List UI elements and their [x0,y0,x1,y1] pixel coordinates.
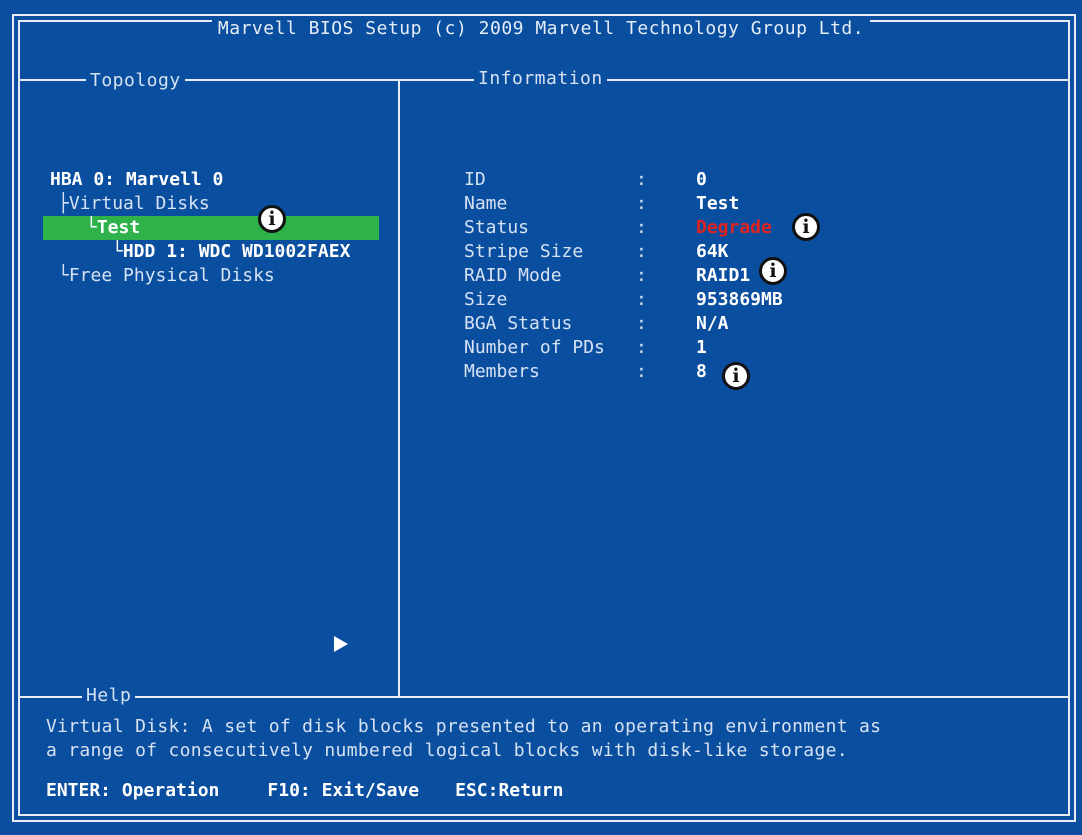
info-colon: : [636,337,647,358]
info-colon: : [636,265,647,286]
panel-vertical-divider [398,79,400,697]
info-colon: : [636,313,647,334]
info-colon: : [636,241,647,262]
tree-selected-vd[interactable]: └Test [86,216,140,240]
info-key: Members [464,361,540,382]
info-key: BGA Status [464,313,573,334]
key-enter[interactable]: ENTER: Operation [46,780,219,801]
key-esc[interactable]: ESC:Return [455,780,563,801]
info-colon: : [636,193,647,214]
info-key: RAID Mode [464,265,562,286]
tree-free-disks-row[interactable]: └Free Physical Disks [58,264,275,288]
info-row-bga-status: BGA Status: N/A [464,312,729,336]
info-colon: : [636,361,647,382]
tree-hdd: HDD 1: WDC WD1002FAEX [122,241,351,262]
scroll-right-arrow-icon[interactable] [334,636,348,652]
info-key: ID [464,169,486,190]
status-value: Degrade [696,217,772,238]
info-colon: : [636,169,647,190]
help-line-2: a range of consecutively numbered logica… [46,740,848,761]
info-value: 0 [696,169,707,190]
window-title: Marvell BIOS Setup (c) 2009 Marvell Tech… [0,18,1082,39]
tree-vd-test: Test [96,217,141,238]
help-line-1: Virtual Disk: A set of disk blocks prese… [46,716,882,737]
topology-label: Topology [86,70,185,91]
tree-branch-glyph: └ [86,217,97,238]
tree-hba[interactable]: HBA 0: Marvell 0 [50,168,223,192]
info-key: Status [464,217,530,238]
info-annotation-icon: i [792,213,820,241]
info-row-size: Size: 953869MB [464,288,783,312]
info-annotation-icon: i [759,257,787,285]
info-row-members: Members: 8 [464,360,707,384]
info-value: RAID1 [696,265,751,286]
tree-branch-glyph: └ [58,265,69,286]
info-key: Size [464,289,508,310]
information-label: Information [474,68,607,89]
info-value: N/A [696,313,729,334]
key-legend: ENTER: Operation F10: Exit/Save ESC:Return [46,780,563,801]
info-colon: : [636,217,647,238]
info-value: 953869MB [696,289,783,310]
key-f10[interactable]: F10: Exit/Save [267,780,419,801]
tree-branch-glyph: └ [112,241,123,262]
info-annotation-icon: i [258,205,286,233]
info-key: Number of PDs [464,337,605,358]
info-value: Test [696,193,740,214]
info-key: Name [464,193,508,214]
tree-virtual-disks-branch[interactable]: ├Virtual Disks [58,192,210,216]
info-row-status: Status: Degrade [464,216,772,240]
info-colon: : [636,289,647,310]
info-value: 1 [696,337,707,358]
info-value: 64K [696,241,729,262]
info-value: 8 [696,361,707,382]
help-divider [20,696,1068,698]
info-key: Stripe Size [464,241,584,262]
tree-virtual-disks: Virtual Disks [68,193,210,214]
info-annotation-icon: i [722,362,750,390]
info-row-number-of-pds: Number of PDs: 1 [464,336,707,360]
info-row-name: Name: Test [464,192,739,216]
info-row-raid-mode: RAID Mode: RAID1 [464,264,750,288]
info-row-id: ID: 0 [464,168,707,192]
tree-hdd-row[interactable]: └HDD 1: WDC WD1002FAEX [112,240,350,264]
help-label: Help [82,685,136,706]
tree-free-disks: Free Physical Disks [68,265,275,286]
info-row-stripe-size: Stripe Size: 64K [464,240,729,264]
tree-branch-glyph: ├ [58,193,69,214]
